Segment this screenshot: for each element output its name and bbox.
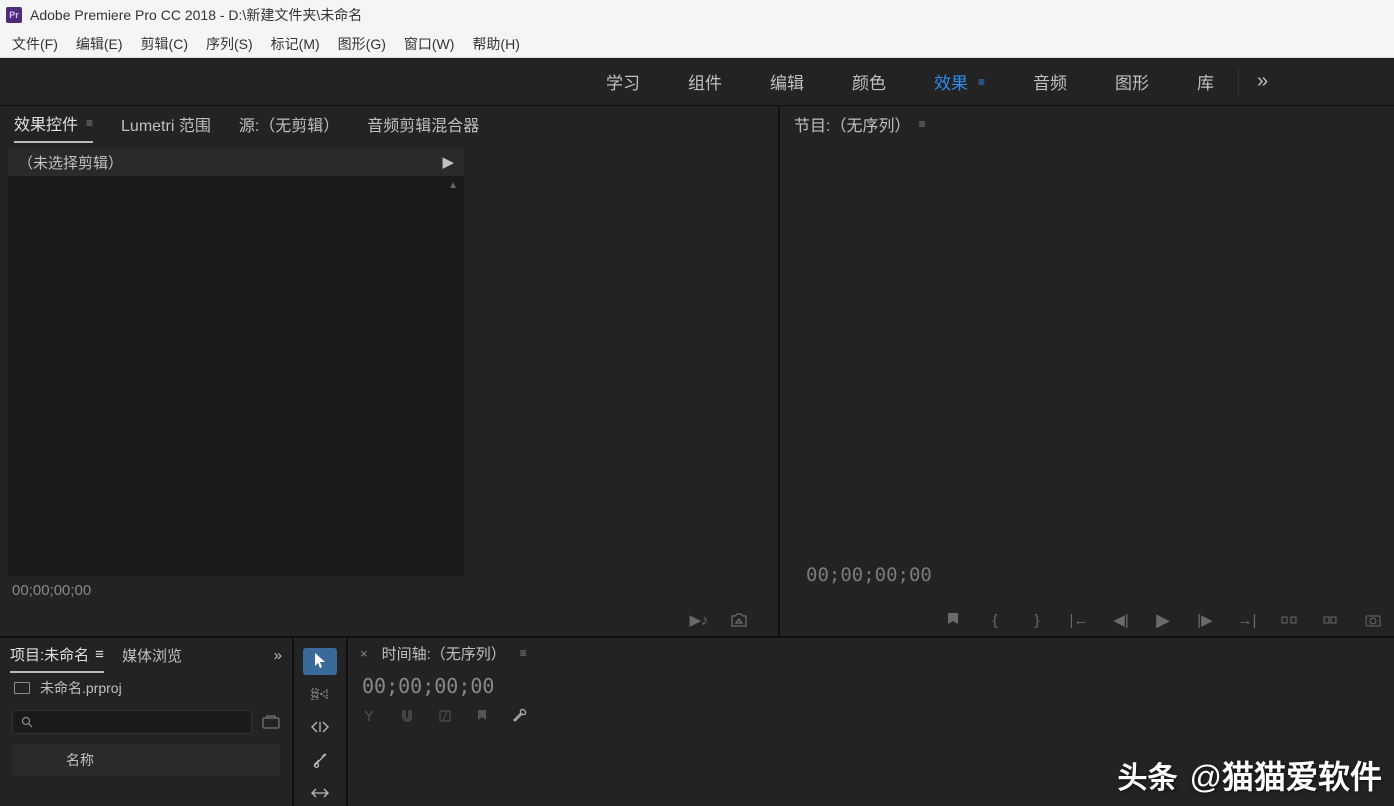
menu-edit[interactable]: 编辑(E) xyxy=(68,30,131,58)
workspace-tab-audio[interactable]: 音频 xyxy=(1009,58,1091,105)
effect-controls-body: ▲ xyxy=(8,176,464,576)
add-marker-icon[interactable] xyxy=(476,709,488,723)
new-bin-icon[interactable] xyxy=(262,715,280,729)
title-bar: Pr Adobe Premiere Pro CC 2018 - D:\新建文件夹… xyxy=(0,0,1394,30)
panel-menu-icon[interactable]: ≡ xyxy=(95,646,104,663)
effect-controls-timecode[interactable]: 00;00;00;00 xyxy=(8,576,770,604)
workspace-tab-learn[interactable]: 学习 xyxy=(582,58,664,105)
workspace-more-button[interactable]: » xyxy=(1239,70,1286,93)
extract-icon[interactable] xyxy=(1320,614,1342,626)
razor-tool[interactable] xyxy=(303,746,337,773)
project-search-input[interactable] xyxy=(12,710,252,734)
app-icon: Pr xyxy=(6,7,22,23)
no-clip-selected-label: （未选择剪辑） xyxy=(18,152,123,173)
workspace-tab-libraries[interactable]: 库 xyxy=(1173,58,1238,105)
menu-marker[interactable]: 标记(M) xyxy=(263,30,328,58)
play-icon[interactable]: ▶ xyxy=(442,153,454,171)
settings-icon[interactable] xyxy=(512,708,528,724)
program-playback-controls: { } |← ◀| ▶ |▶ →| xyxy=(780,604,1394,636)
tab-lumetri-scopes[interactable]: Lumetri 范围 xyxy=(121,106,211,142)
workspace-tab-graphics[interactable]: 图形 xyxy=(1091,58,1173,105)
go-to-out-icon[interactable]: →| xyxy=(1236,612,1258,629)
panel-menu-icon[interactable]: ≡ xyxy=(918,117,925,131)
slip-tool[interactable] xyxy=(303,779,337,806)
program-monitor[interactable]: 00;00;00;00 xyxy=(780,142,1394,604)
timeline-close-icon[interactable]: × xyxy=(360,646,368,661)
ripple-edit-tool[interactable] xyxy=(303,714,337,741)
workspace-bar: 学习 组件 编辑 颜色 效果≡ 音频 图形 库 » xyxy=(0,58,1394,106)
linked-selection-icon[interactable] xyxy=(438,709,452,723)
play-around-icon[interactable]: ▶♪ xyxy=(688,611,710,629)
source-panel: 效果控件≡ Lumetri 范围 源:（无剪辑） 音频剪辑混合器 （未选择剪辑）… xyxy=(0,106,780,636)
workspace-tab-effects[interactable]: 效果≡ xyxy=(910,58,1009,105)
magnet-icon[interactable] xyxy=(400,709,414,723)
menu-graphics[interactable]: 图形(G) xyxy=(330,30,394,58)
menu-file[interactable]: 文件(F) xyxy=(4,30,66,58)
workspace-tab-editing[interactable]: 编辑 xyxy=(746,58,828,105)
tab-project[interactable]: 项目:未命名 ≡ xyxy=(10,638,104,673)
timeline-timecode[interactable]: 00;00;00;00 xyxy=(348,668,1394,704)
project-file-label: 未命名.prproj xyxy=(0,672,292,704)
snap-icon[interactable] xyxy=(362,709,376,723)
program-panel-tabs: 节目:（无序列） ≡ xyxy=(780,106,1394,142)
step-forward-icon[interactable]: |▶ xyxy=(1194,611,1216,629)
play-icon[interactable]: ▶ xyxy=(1152,610,1174,631)
go-to-in-icon[interactable]: |← xyxy=(1068,612,1090,629)
panel-menu-icon[interactable]: ≡ xyxy=(86,116,93,130)
folder-icon xyxy=(14,682,30,694)
in-point-icon[interactable]: { xyxy=(984,612,1006,629)
tab-program[interactable]: 节目:（无序列） ≡ xyxy=(794,106,925,142)
effect-controls-header: （未选择剪辑） ▶ xyxy=(8,148,464,176)
export-frame-icon[interactable] xyxy=(1362,614,1384,627)
watermark-brand: 头条 xyxy=(1118,753,1178,797)
menu-window[interactable]: 窗口(W) xyxy=(396,30,463,58)
tab-effect-controls[interactable]: 效果控件≡ xyxy=(14,105,93,143)
menu-bar: 文件(F) 编辑(E) 剪辑(C) 序列(S) 标记(M) 图形(G) 窗口(W… xyxy=(0,30,1394,58)
project-more-button[interactable]: » xyxy=(274,647,282,664)
tools-panel xyxy=(294,638,348,806)
marker-icon[interactable] xyxy=(942,612,964,628)
scroll-up-icon[interactable]: ▲ xyxy=(448,180,458,191)
source-panel-tabs: 效果控件≡ Lumetri 范围 源:（无剪辑） 音频剪辑混合器 xyxy=(0,106,778,142)
export-frame-icon[interactable] xyxy=(728,613,750,627)
watermark: 头条 @猫猫爱软件 xyxy=(1118,752,1383,798)
project-panel: 项目:未命名 ≡ 媒体浏览 » 未命名.prproj 名称 xyxy=(0,638,294,806)
tab-audio-clip-mixer[interactable]: 音频剪辑混合器 xyxy=(367,106,479,142)
search-icon xyxy=(21,716,33,728)
program-panel: 节目:（无序列） ≡ 00;00;00;00 { } |← ◀| ▶ |▶ →| xyxy=(780,106,1394,636)
panel-menu-icon[interactable]: ≡ xyxy=(520,646,527,660)
source-playback-controls: ▶♪ xyxy=(0,604,778,636)
lift-icon[interactable] xyxy=(1278,614,1300,626)
window-title: Adobe Premiere Pro CC 2018 - D:\新建文件夹\未命… xyxy=(30,5,362,25)
out-point-icon[interactable]: } xyxy=(1026,612,1048,629)
hamburger-icon[interactable]: ≡ xyxy=(978,75,985,89)
timeline-title[interactable]: 时间轴:（无序列） xyxy=(382,643,506,664)
workspace-tab-color[interactable]: 颜色 xyxy=(828,58,910,105)
main-area: 效果控件≡ Lumetri 范围 源:（无剪辑） 音频剪辑混合器 （未选择剪辑）… xyxy=(0,106,1394,636)
project-column-name[interactable]: 名称 xyxy=(12,744,280,776)
menu-clip[interactable]: 剪辑(C) xyxy=(133,30,196,58)
tab-media-browser[interactable]: 媒体浏览 xyxy=(122,639,182,672)
workspace-tab-assembly[interactable]: 组件 xyxy=(664,58,746,105)
track-select-tool[interactable] xyxy=(303,681,337,708)
tab-source[interactable]: 源:（无剪辑） xyxy=(239,106,339,142)
step-back-icon[interactable]: ◀| xyxy=(1110,611,1132,629)
program-timecode[interactable]: 00;00;00;00 xyxy=(806,564,932,586)
menu-sequence[interactable]: 序列(S) xyxy=(198,30,261,58)
menu-help[interactable]: 帮助(H) xyxy=(464,30,527,58)
selection-tool[interactable] xyxy=(303,648,337,675)
timeline-toolbar xyxy=(348,704,1394,728)
